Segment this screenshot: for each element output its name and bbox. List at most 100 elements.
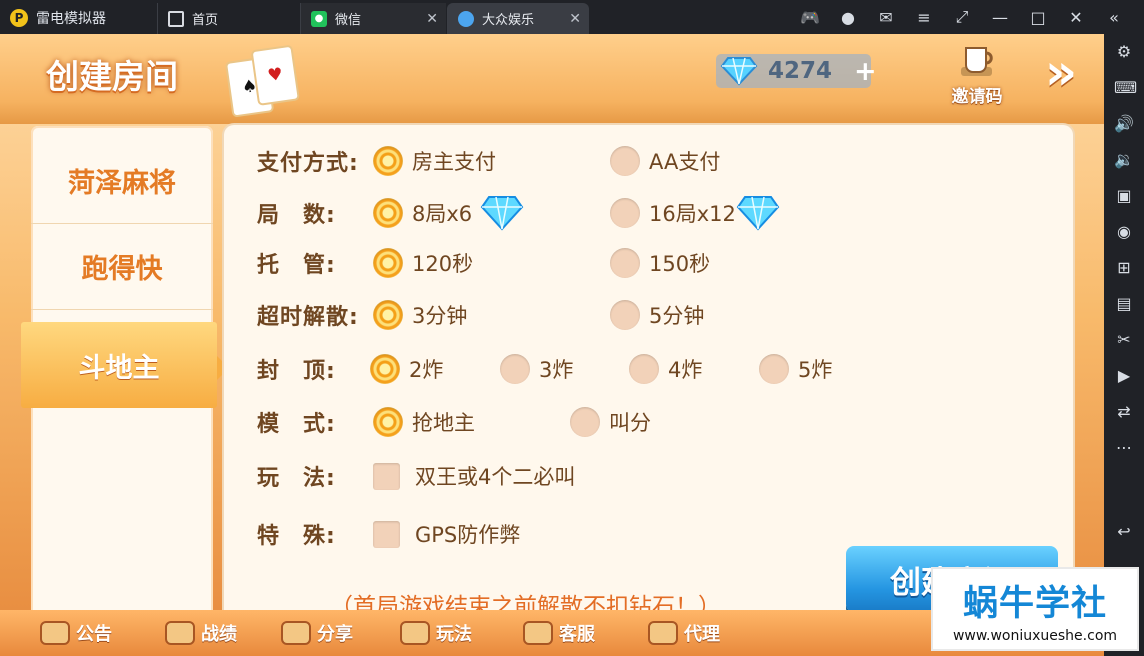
owner-pay-option[interactable]: 房主支付 <box>373 146 496 176</box>
nav-rules[interactable]: 玩法 <box>400 620 472 646</box>
more-icon[interactable]: ⋯ <box>1114 438 1134 458</box>
invite-code-button[interactable]: 邀请码 <box>942 42 1012 112</box>
records-icon <box>165 621 195 645</box>
nav-service[interactable]: 客服 <box>523 620 595 646</box>
nav-announcement[interactable]: 公告 <box>40 620 112 646</box>
tab-home-label: 首页 <box>192 13 219 28</box>
emulator-title: 雷电模拟器 <box>36 11 106 27</box>
selected-radio-icon <box>373 198 403 228</box>
grab-landlord-option[interactable]: 抢地主 <box>373 407 475 437</box>
apk-icon[interactable]: ▤ <box>1114 294 1134 314</box>
timeout-3-option[interactable]: 3分钟 <box>373 300 467 330</box>
heart-card-icon: ♥ <box>250 44 300 106</box>
watermark: 蜗牛学社 www.woniuxueshe.com <box>931 567 1139 651</box>
selected-radio-icon <box>373 248 403 278</box>
trust-120-option[interactable]: 120秒 <box>373 248 473 278</box>
special-row: 特 殊: GPS防作弊 <box>257 518 520 550</box>
add-diamond-icon[interactable]: + <box>854 56 877 87</box>
page-title: 创建房间 <box>46 57 178 96</box>
mode-row: 模 式: 抢地主 叫分 <box>257 406 651 438</box>
trusteeship-label: 托 管: <box>257 253 336 278</box>
add-app-icon[interactable]: ⊞ <box>1114 258 1134 278</box>
game-item-label: 斗地主 <box>78 352 160 384</box>
tab-game-label: 大众娱乐 <box>482 13 535 28</box>
gameplay-row: 玩 法: 双王或4个二必叫 <box>257 460 575 492</box>
option-label: 双王或4个二必叫 <box>415 465 576 489</box>
wechat-icon: ● <box>311 10 327 27</box>
double-king-checkbox[interactable]: 双王或4个二必叫 <box>373 461 575 491</box>
diamond-icon <box>480 194 524 232</box>
radio-icon <box>759 354 789 384</box>
cards-icon: ♠ ♥ <box>224 42 316 118</box>
nav-records[interactable]: 战绩 <box>165 620 237 646</box>
agent-icon <box>648 621 678 645</box>
cap-3-option[interactable]: 3炸 <box>500 354 573 384</box>
tab-wechat[interactable]: ● 微信 ✕ <box>300 3 446 34</box>
game-item-heze-mahjong[interactable]: 菏泽麻将 <box>31 138 213 224</box>
option-label: 房主支付 <box>412 150 496 174</box>
window-controls: 🎮 ● ✉ ≡ ⤢ — □ ✕ « <box>800 0 1144 34</box>
mail-icon[interactable]: ✉ <box>876 8 896 27</box>
cap-5-option[interactable]: 5炸 <box>759 354 832 384</box>
cap-4-option[interactable]: 4炸 <box>629 354 702 384</box>
service-icon <box>523 621 553 645</box>
radio-icon <box>610 146 640 176</box>
game-item-doudizhu[interactable]: 斗地主 <box>21 322 229 408</box>
minimize-icon[interactable]: — <box>990 8 1010 27</box>
back-button[interactable]: » <box>1034 45 1088 100</box>
gamepad-icon[interactable]: 🎮 <box>800 8 820 27</box>
game-item-paodekuai[interactable]: 跑得快 <box>31 224 213 310</box>
rounds-8-option[interactable]: 8局x6 <box>373 194 524 232</box>
nav-label: 客服 <box>559 624 595 645</box>
timeout-row: 超时解散: 3分钟 5分钟 <box>257 299 704 331</box>
collapse-icon[interactable]: « <box>1104 8 1124 27</box>
close-icon[interactable]: ✕ <box>569 11 581 27</box>
gps-anti-cheat-checkbox[interactable]: GPS防作弊 <box>373 519 520 549</box>
game-item-label: 菏泽麻将 <box>68 168 176 199</box>
gameplay-label: 玩 法: <box>257 466 336 491</box>
announcement-icon <box>40 621 70 645</box>
tab-game[interactable]: 大众娱乐 ✕ <box>447 3 589 34</box>
nav-label: 玩法 <box>436 624 472 645</box>
volume-up-icon[interactable]: 🔊 <box>1114 114 1134 134</box>
close-icon[interactable]: ✕ <box>426 11 438 27</box>
cap-2-option[interactable]: 2炸 <box>370 354 443 384</box>
rounds-16-option[interactable]: 16局x12 <box>610 194 780 232</box>
keyboard-icon[interactable]: ⌨ <box>1114 78 1137 98</box>
option-label: 叫分 <box>609 411 651 435</box>
sync-icon[interactable]: ⇄ <box>1114 402 1134 422</box>
nav-agent[interactable]: 代理 <box>648 620 720 646</box>
aa-pay-option[interactable]: AA支付 <box>610 146 720 176</box>
rounds-row: 局 数: 8局x6 16局x12 <box>257 196 780 231</box>
coffee-cup-icon <box>956 42 998 82</box>
cap-row: 封 顶: 2炸 3炸 4炸 5炸 <box>257 353 832 385</box>
call-score-option[interactable]: 叫分 <box>570 407 651 437</box>
back-arrow-icon[interactable]: ↩ <box>1114 522 1134 542</box>
watermark-url: www.woniuxueshe.com <box>952 627 1118 644</box>
close-icon[interactable]: ✕ <box>1066 8 1086 27</box>
emulator-sidebar: ⚙ ⌨ 🔊 🔉 ▣ ◉ ⊞ ▤ ✂ ▶ ⇄ ⋯ ↩ <box>1104 34 1144 656</box>
tab-home[interactable]: 首页 <box>157 3 299 34</box>
popout-icon[interactable]: ⤢ <box>952 7 972 27</box>
screenshot-icon[interactable]: ▣ <box>1114 186 1134 206</box>
nav-share[interactable]: 分享 <box>281 620 353 646</box>
option-label: 抢地主 <box>412 411 475 435</box>
emulator-logo-icon: P <box>10 9 28 27</box>
record-icon[interactable]: ◉ <box>1114 222 1134 242</box>
menu-icon[interactable]: ≡ <box>914 8 934 27</box>
option-label: 3分钟 <box>412 304 468 328</box>
maximize-icon[interactable]: □ <box>1028 8 1048 27</box>
scissors-icon[interactable]: ✂ <box>1114 330 1134 350</box>
video-icon[interactable]: ▶ <box>1114 366 1134 386</box>
nav-label: 战绩 <box>201 624 237 645</box>
volume-down-icon[interactable]: 🔉 <box>1114 150 1134 170</box>
settings-icon[interactable]: ⚙ <box>1114 42 1134 62</box>
radio-icon <box>610 198 640 228</box>
trust-150-option[interactable]: 150秒 <box>610 248 710 278</box>
timeout-5-option[interactable]: 5分钟 <box>610 300 704 330</box>
diamond-icon <box>736 194 780 232</box>
user-icon[interactable]: ● <box>838 8 858 27</box>
radio-icon <box>610 248 640 278</box>
nav-label: 分享 <box>317 624 353 645</box>
nav-label: 公告 <box>76 624 112 645</box>
